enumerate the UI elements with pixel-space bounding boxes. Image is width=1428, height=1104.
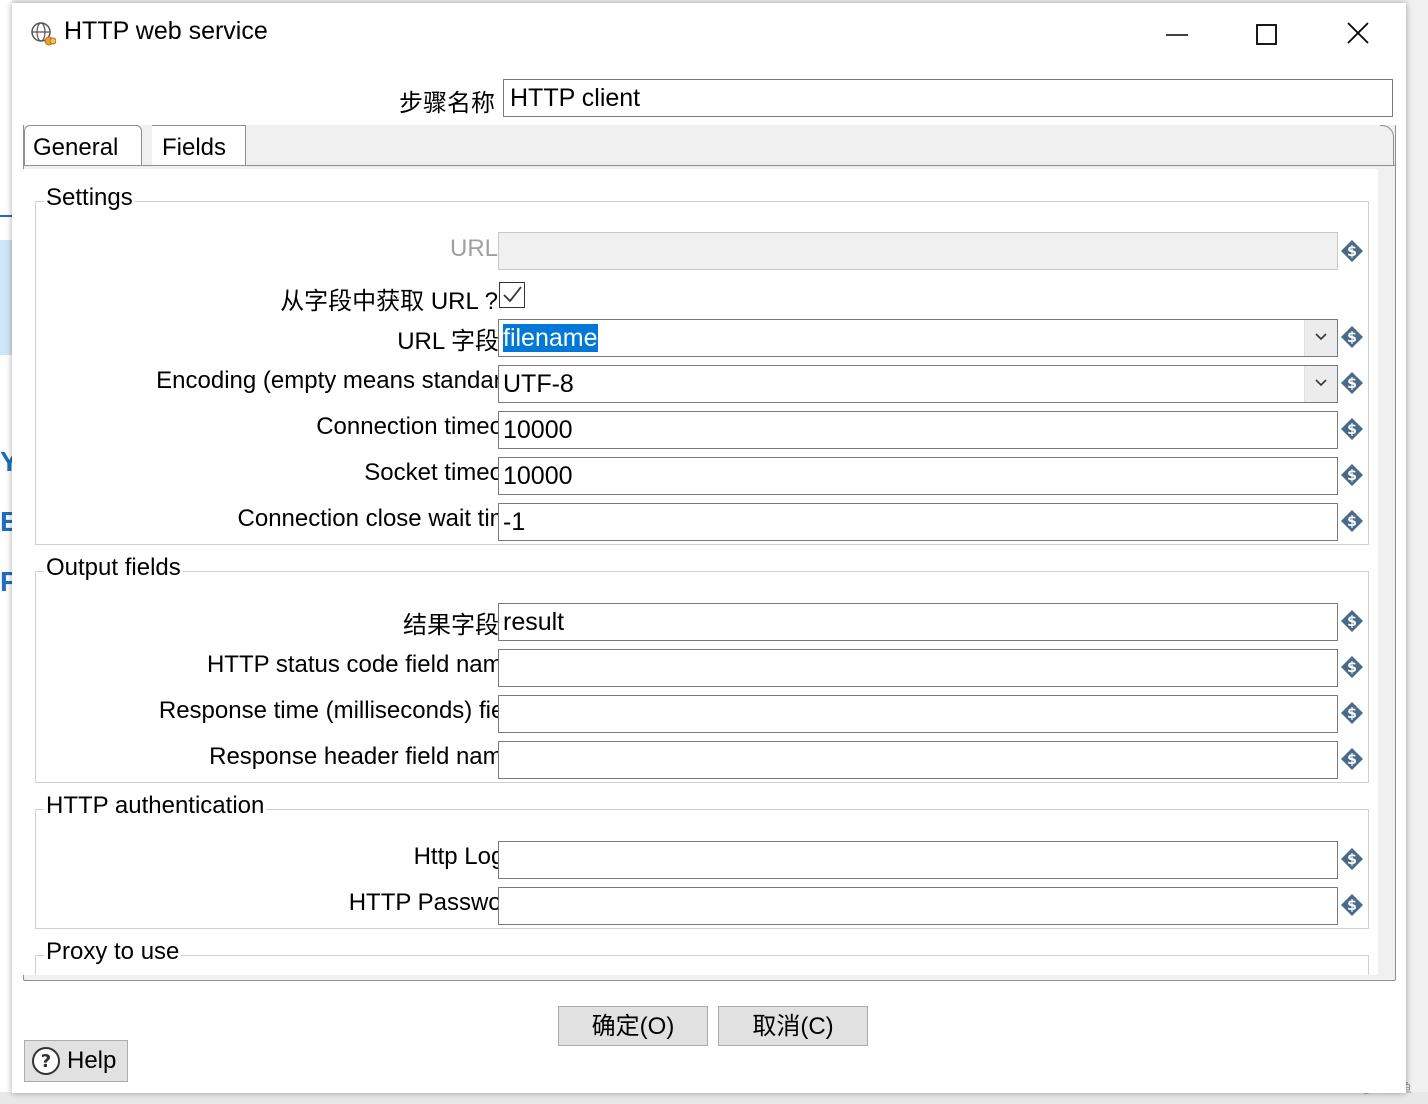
socket-timeout-input[interactable]: 10000 bbox=[498, 457, 1338, 495]
window-title: HTTP web service bbox=[64, 17, 268, 45]
tab-divider bbox=[24, 165, 1395, 166]
url-field-name-value: filename bbox=[503, 324, 598, 352]
response-header-label: Response header field name bbox=[209, 743, 516, 770]
variable-icon[interactable]: $ bbox=[1340, 893, 1364, 917]
http-status-code-input[interactable] bbox=[498, 649, 1338, 687]
proxy-group-title: Proxy to use bbox=[44, 938, 182, 966]
general-tab-content[interactable]: Settings URL $ 从字段中获取 URL ? URL 字段名 file… bbox=[23, 169, 1378, 975]
maximize-icon bbox=[1256, 24, 1277, 45]
result-field-name-input[interactable]: result bbox=[498, 603, 1338, 641]
encoding-label: Encoding (empty means standard) bbox=[156, 367, 523, 394]
svg-text:?: ? bbox=[41, 1051, 51, 1072]
help-button[interactable]: ? Help bbox=[24, 1040, 128, 1082]
url-field-name-combo[interactable]: filename bbox=[498, 319, 1338, 357]
output-fields-group-title: Output fields bbox=[44, 554, 183, 582]
http-password-label: HTTP Password bbox=[348, 889, 523, 916]
encoding-combo[interactable]: UTF-8 bbox=[498, 365, 1338, 403]
minimize-icon bbox=[1166, 34, 1188, 36]
encoding-value: UTF-8 bbox=[503, 370, 574, 398]
svg-text:$: $ bbox=[1347, 852, 1357, 868]
svg-text:$: $ bbox=[1347, 376, 1357, 392]
svg-text:$: $ bbox=[1347, 660, 1357, 676]
connection-timeout-input[interactable]: 10000 bbox=[498, 411, 1338, 449]
response-time-label: Response time (milliseconds) field bbox=[158, 697, 523, 724]
chevron-down-icon bbox=[1315, 379, 1327, 387]
step-name-label: 步骤名称 bbox=[399, 90, 495, 117]
variable-icon[interactable]: $ bbox=[1340, 701, 1364, 725]
http-web-service-dialog: HTTP web service 步骤名称 HTTP client Genera… bbox=[12, 3, 1406, 1093]
http-password-input[interactable] bbox=[498, 887, 1338, 925]
http-status-code-label: HTTP status code field name bbox=[206, 651, 516, 678]
chevron-down-icon bbox=[1315, 333, 1327, 341]
url-input[interactable] bbox=[498, 232, 1338, 270]
encoding-dropdown-button[interactable] bbox=[1304, 366, 1337, 402]
minimize-button[interactable] bbox=[1142, 11, 1212, 59]
variable-icon[interactable]: $ bbox=[1340, 325, 1364, 349]
close-button[interactable] bbox=[1322, 11, 1392, 59]
svg-text:$: $ bbox=[1347, 330, 1357, 346]
checkmark-icon bbox=[503, 286, 522, 303]
background-app bbox=[0, 0, 12, 1104]
maximize-button[interactable] bbox=[1232, 11, 1302, 59]
connection-close-wait-input[interactable]: -1 bbox=[498, 503, 1338, 541]
variable-icon[interactable]: $ bbox=[1340, 747, 1364, 771]
svg-text:$: $ bbox=[1347, 898, 1357, 914]
connection-timeout-label: Connection timeout bbox=[316, 413, 523, 440]
http-login-input[interactable] bbox=[498, 841, 1338, 879]
cancel-button[interactable]: 取消(C) bbox=[718, 1006, 868, 1046]
background-glyph: Y bbox=[0, 446, 12, 477]
svg-text:$: $ bbox=[1347, 614, 1357, 630]
variable-icon[interactable]: $ bbox=[1340, 655, 1364, 679]
title-bar[interactable]: HTTP web service bbox=[12, 3, 1406, 63]
step-name-input[interactable]: HTTP client bbox=[503, 79, 1393, 117]
background-accent bbox=[0, 240, 12, 355]
background-accent bbox=[0, 215, 12, 217]
tab-general[interactable]: General bbox=[24, 125, 142, 165]
url-field-name-dropdown-button[interactable] bbox=[1304, 320, 1337, 356]
tab-fields[interactable]: Fields bbox=[152, 125, 246, 165]
connection-close-wait-label: Connection close wait time bbox=[237, 505, 523, 532]
variable-icon[interactable]: $ bbox=[1340, 417, 1364, 441]
help-icon: ? bbox=[32, 1047, 60, 1075]
close-icon bbox=[1347, 22, 1369, 44]
svg-text:$: $ bbox=[1347, 468, 1357, 484]
svg-text:$: $ bbox=[1347, 706, 1357, 722]
variable-icon[interactable]: $ bbox=[1340, 509, 1364, 533]
settings-group-title: Settings bbox=[44, 184, 135, 212]
url-label: URL bbox=[449, 235, 498, 262]
url-from-field-checkbox[interactable] bbox=[499, 282, 525, 308]
response-time-input[interactable] bbox=[498, 695, 1338, 733]
svg-text:$: $ bbox=[1347, 514, 1357, 530]
ok-button[interactable]: 确定(O) bbox=[558, 1006, 708, 1046]
variable-icon[interactable]: $ bbox=[1340, 847, 1364, 871]
svg-text:$: $ bbox=[1347, 422, 1357, 438]
variable-icon[interactable]: $ bbox=[1340, 463, 1364, 487]
variable-icon[interactable]: $ bbox=[1340, 609, 1364, 633]
svg-text:$: $ bbox=[1347, 244, 1357, 260]
variable-icon[interactable]: $ bbox=[1340, 371, 1364, 395]
background-glyph: P bbox=[0, 566, 12, 597]
web-service-globe-icon bbox=[31, 22, 56, 46]
url-from-field-label: 从字段中获取 URL ? bbox=[280, 288, 498, 315]
svg-text:$: $ bbox=[1347, 752, 1357, 768]
response-header-input[interactable] bbox=[498, 741, 1338, 779]
tab-corner bbox=[1380, 125, 1394, 165]
proxy-group: Proxy to use bbox=[35, 938, 1369, 975]
help-button-label: Help bbox=[67, 1047, 117, 1074]
http-authentication-group-title: HTTP authentication bbox=[44, 792, 267, 820]
variable-icon[interactable]: $ bbox=[1340, 239, 1364, 263]
background-glyph: E bbox=[0, 506, 12, 537]
background-app bbox=[0, 1092, 1428, 1104]
